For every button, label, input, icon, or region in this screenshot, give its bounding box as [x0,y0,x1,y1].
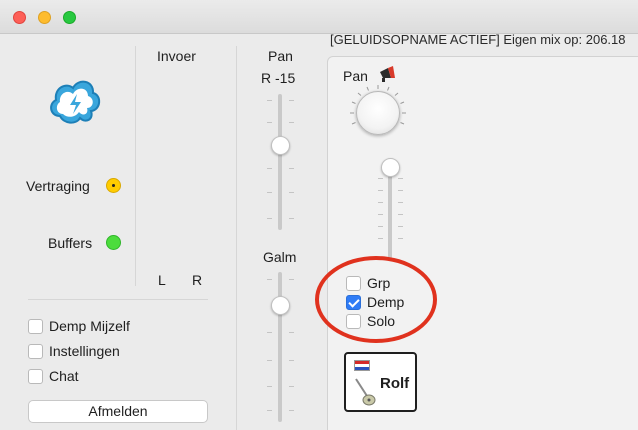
minimize-window-button[interactable] [38,11,51,24]
slider-tick [398,190,403,191]
reverb-slider-track[interactable] [278,272,282,422]
slider-tick [398,238,403,239]
channel-right-label: R [192,272,203,288]
guitar-icon [352,376,378,408]
checkbox-box[interactable] [28,318,43,334]
slider-tick [267,192,272,193]
channel-left-label: L [158,272,166,288]
input-label: Invoer [157,48,196,64]
reverb-label: Galm [263,249,297,265]
buffers-indicator [106,235,121,250]
pan-knob[interactable] [356,91,400,135]
column-divider [236,46,237,430]
slider-tick [289,386,294,387]
mute-self-checkbox[interactable]: Demp Mijzelf [28,318,130,334]
cloud-lightning-icon [50,80,101,124]
logout-button[interactable]: Afmelden [28,400,208,423]
slider-tick [289,279,294,280]
chat-checkbox[interactable]: Chat [28,368,79,384]
slider-tick [289,360,294,361]
slider-tick [289,218,294,219]
settings-label: Instellingen [49,343,120,359]
slider-tick [289,100,294,101]
slider-tick [378,226,383,227]
logo-divider [135,46,136,286]
slider-tick [289,122,294,123]
user-name: Rolf [380,375,410,392]
app-logo [46,72,102,134]
chat-label: Chat [49,368,79,384]
netherlands-flag-icon [354,360,370,371]
slider-tick [398,202,403,203]
slider-tick [398,214,403,215]
checkbox-box[interactable] [28,343,43,359]
delay-indicator [106,178,121,193]
master-pan-slider-track[interactable] [278,94,282,230]
slider-tick [267,168,272,169]
checkbox-box[interactable] [28,368,43,384]
slider-tick [267,122,272,123]
user-tile[interactable]: Rolf [344,352,417,412]
slider-tick [378,190,383,191]
slider-tick [378,178,383,179]
separator [28,299,208,300]
buffers-label: Buffers [48,235,93,251]
volume-slider-thumb[interactable] [381,158,400,177]
slider-tick [289,192,294,193]
slider-tick [398,178,403,179]
highlight-annotation [315,256,437,343]
mute-self-label: Demp Mijzelf [49,318,130,334]
settings-checkbox[interactable]: Instellingen [28,343,120,359]
slider-tick [378,214,383,215]
reverb-slider-thumb[interactable] [271,296,290,315]
slider-tick [267,386,272,387]
slider-tick [289,332,294,333]
master-pan-slider-thumb[interactable] [271,136,290,155]
slider-tick [398,226,403,227]
slider-tick [267,218,272,219]
close-window-button[interactable] [13,11,26,24]
slider-tick [267,332,272,333]
slider-tick [267,360,272,361]
title-bar [0,0,638,34]
slider-tick [267,279,272,280]
slider-tick [289,410,294,411]
zoom-window-button[interactable] [63,11,76,24]
delay-label: Vertraging [26,178,90,194]
master-pan-label: Pan [268,48,293,64]
slider-tick [289,168,294,169]
master-pan-value: R -15 [261,70,296,86]
slider-tick [378,202,383,203]
slider-tick [267,100,272,101]
status-text: [GELUIDSOPNAME ACTIEF] Eigen mix op: 206… [330,32,626,47]
slider-tick [378,238,383,239]
slider-tick [267,410,272,411]
